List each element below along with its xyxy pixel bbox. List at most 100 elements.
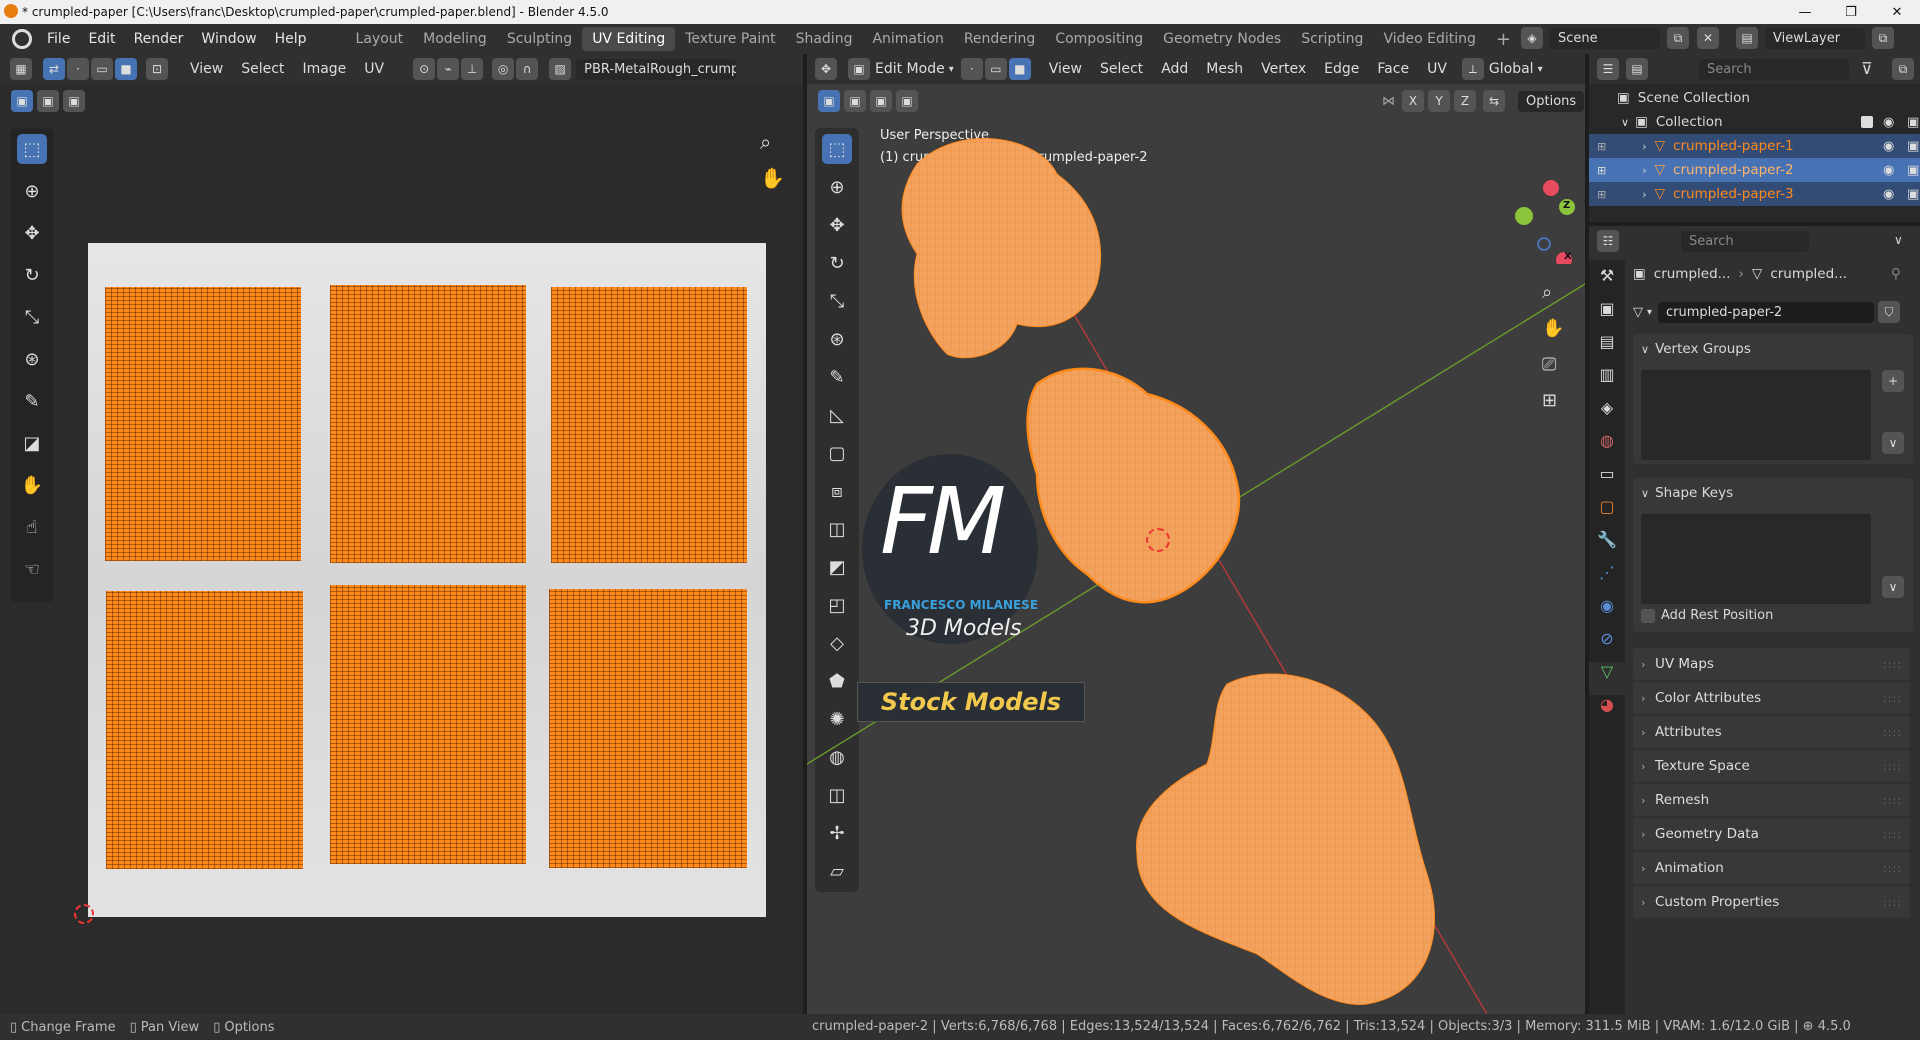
exclude-checkbox[interactable] [1861, 116, 1873, 128]
proportional-edit-icon[interactable]: ◎ [492, 58, 515, 80]
drag-handle-icon[interactable]: :::: [1883, 828, 1902, 841]
eye-icon[interactable]: ◉ [1883, 163, 1894, 178]
chevron-down-icon[interactable]: ∨ [1641, 343, 1649, 356]
tab-compositing[interactable]: Compositing [1045, 27, 1153, 51]
panel-custom-properties[interactable]: › Custom Properties:::: [1633, 886, 1910, 918]
blender-menu-icon[interactable] [12, 29, 32, 49]
outliner-item[interactable]: ⊞ › ▽ crumpled-paper-1 ◉ ▣ [1589, 134, 1920, 158]
edit-mode-icon[interactable]: ⊞ [1597, 140, 1606, 153]
panel-attributes[interactable]: › Attributes:::: [1633, 716, 1910, 748]
tool-tab-icon[interactable]: ⚒ [1600, 266, 1614, 299]
2d-cursor-icon[interactable] [74, 904, 94, 924]
navigation-gizmo[interactable] [1475, 134, 1575, 264]
annotate-tool-icon[interactable]: ✎ [17, 386, 47, 416]
drag-handle-icon[interactable]: :::: [1883, 896, 1902, 909]
tab-texture-paint[interactable]: Texture Paint [675, 27, 785, 51]
pan-icon[interactable]: ✋ [1542, 318, 1564, 339]
select-subtract-icon[interactable]: ▣ [63, 90, 85, 112]
cursor-tool-icon[interactable]: ⊕ [17, 176, 47, 206]
rotate-tool-icon[interactable]: ↻ [17, 260, 47, 290]
drag-handle-icon[interactable]: :::: [1883, 658, 1902, 671]
scale-tool-icon[interactable]: ⤡ [17, 302, 47, 332]
scene-icon[interactable]: ◈ [1521, 27, 1543, 49]
maximize-button[interactable]: ❐ [1828, 0, 1874, 24]
uv-menu-uv[interactable]: UV [355, 61, 393, 77]
mesh-browse-icon[interactable]: ▽ [1633, 305, 1643, 320]
chevron-down-icon[interactable]: ∨ [1882, 432, 1904, 454]
grab-tool-icon[interactable]: ✋ [17, 470, 47, 500]
vertex-groups-list[interactable] [1641, 370, 1871, 460]
close-button[interactable]: ✕ [1874, 0, 1920, 24]
tab-layout[interactable]: Layout [346, 27, 414, 51]
camera-view-icon[interactable]: ⎚ [1542, 354, 1556, 375]
uv-island[interactable] [105, 287, 301, 561]
eye-icon[interactable]: ◉ [1883, 115, 1894, 130]
viewlayer-name-field[interactable]: ViewLayer [1765, 27, 1865, 49]
panel-texture-space[interactable]: › Texture Space:::: [1633, 750, 1910, 782]
editor-type-icon[interactable]: ☷ [1597, 230, 1619, 252]
transform-tool-icon[interactable]: ⊛ [17, 344, 47, 374]
menu-window[interactable]: Window [192, 31, 265, 47]
pivot-icon[interactable]: ⊙ [413, 58, 436, 80]
tab-geometry-nodes[interactable]: Geometry Nodes [1153, 27, 1291, 51]
vertex-groups-header[interactable]: ∨ Vertex Groups [1633, 334, 1913, 364]
physics-tab-icon[interactable]: ◉ [1600, 596, 1614, 629]
move-tool-icon[interactable]: ✥ [17, 218, 47, 248]
uv-island[interactable] [549, 589, 747, 868]
new-scene-icon[interactable]: ⧉ [1667, 27, 1689, 49]
uv-menu-image[interactable]: Image [293, 61, 355, 77]
uv-island[interactable] [330, 585, 526, 864]
drag-handle-icon[interactable]: :::: [1883, 726, 1902, 739]
pin-icon[interactable]: ⚲ [1891, 266, 1901, 282]
mesh-name-field[interactable]: crumpled-paper-2 [1658, 301, 1875, 323]
zoom-icon[interactable]: ⌕ [1542, 282, 1552, 303]
uv-menu-select[interactable]: Select [232, 61, 293, 77]
scene-tab-icon[interactable]: ◈ [1601, 398, 1613, 431]
camera-icon[interactable]: ▣ [1907, 163, 1919, 178]
sticky-select-icon[interactable]: ⊡ [146, 58, 168, 80]
image-name-field[interactable]: PBR-MetalRough_crump [576, 58, 737, 80]
zoom-icon[interactable]: ⌕ [760, 130, 771, 154]
chevron-right-icon[interactable]: › [1642, 140, 1646, 153]
tab-modeling[interactable]: Modeling [413, 27, 497, 51]
modifier-tab-icon[interactable]: 🔧 [1597, 530, 1617, 563]
shape-keys-header[interactable]: ∨ Shape Keys [1633, 478, 1913, 508]
editor-type-icon[interactable]: ☰ [1597, 58, 1619, 80]
viewlayer-icon[interactable]: ▤ [1736, 27, 1758, 49]
uv-island[interactable] [330, 285, 526, 563]
chevron-down-icon[interactable]: ∨ [1882, 576, 1904, 598]
vertex-select-icon[interactable]: · [67, 58, 89, 80]
edit-mode-icon[interactable]: ⊞ [1597, 164, 1606, 177]
relax-tool-icon[interactable]: ☝ [17, 512, 47, 542]
menu-file[interactable]: File [38, 31, 79, 47]
image-browse-icon[interactable]: ▨ [549, 58, 572, 80]
outliner-item[interactable]: ⊞ › ▽ crumpled-paper-3 ◉ ▣ [1589, 182, 1920, 206]
minimize-button[interactable]: — [1782, 0, 1828, 24]
data-tab-icon[interactable]: ▽ [1589, 662, 1625, 695]
drag-handle-icon[interactable]: :::: [1883, 794, 1902, 807]
properties-search-field[interactable]: Search [1681, 231, 1809, 252]
panel-remesh[interactable]: › Remesh:::: [1633, 784, 1910, 816]
material-tab-icon[interactable]: ◕ [1600, 695, 1614, 728]
panel-color-attributes[interactable]: › Color Attributes:::: [1633, 682, 1910, 714]
face-select-icon[interactable]: ■ [115, 58, 137, 80]
eye-icon[interactable]: ◉ [1883, 187, 1894, 202]
filter-icon[interactable]: ⊽ [1861, 59, 1873, 78]
view-layer-tab-icon[interactable]: ▥ [1599, 365, 1614, 398]
falloff-icon[interactable]: ∩ [516, 58, 539, 80]
snap-target-icon[interactable]: ⊥ [461, 58, 484, 80]
menu-render[interactable]: Render [125, 31, 193, 47]
drag-handle-icon[interactable]: :::: [1883, 862, 1902, 875]
panel-geometry-data[interactable]: › Geometry Data:::: [1633, 818, 1910, 850]
new-viewlayer-icon[interactable]: ⧉ [1872, 27, 1894, 49]
constraints-tab-icon[interactable]: ⊘ [1600, 629, 1613, 662]
ortho-toggle-icon[interactable]: ⊞ [1542, 390, 1557, 411]
tab-video-editing[interactable]: Video Editing [1373, 27, 1485, 51]
add-workspace-icon[interactable]: + [1486, 25, 1521, 54]
shape-keys-list[interactable] [1641, 514, 1871, 604]
pan-icon[interactable]: ✋ [760, 166, 785, 190]
select-box-tool-icon[interactable]: ⬚ [17, 134, 47, 164]
tab-shading[interactable]: Shading [786, 27, 863, 51]
outliner-search-field[interactable]: Search [1699, 59, 1849, 80]
chevron-right-icon[interactable]: › [1642, 164, 1646, 177]
